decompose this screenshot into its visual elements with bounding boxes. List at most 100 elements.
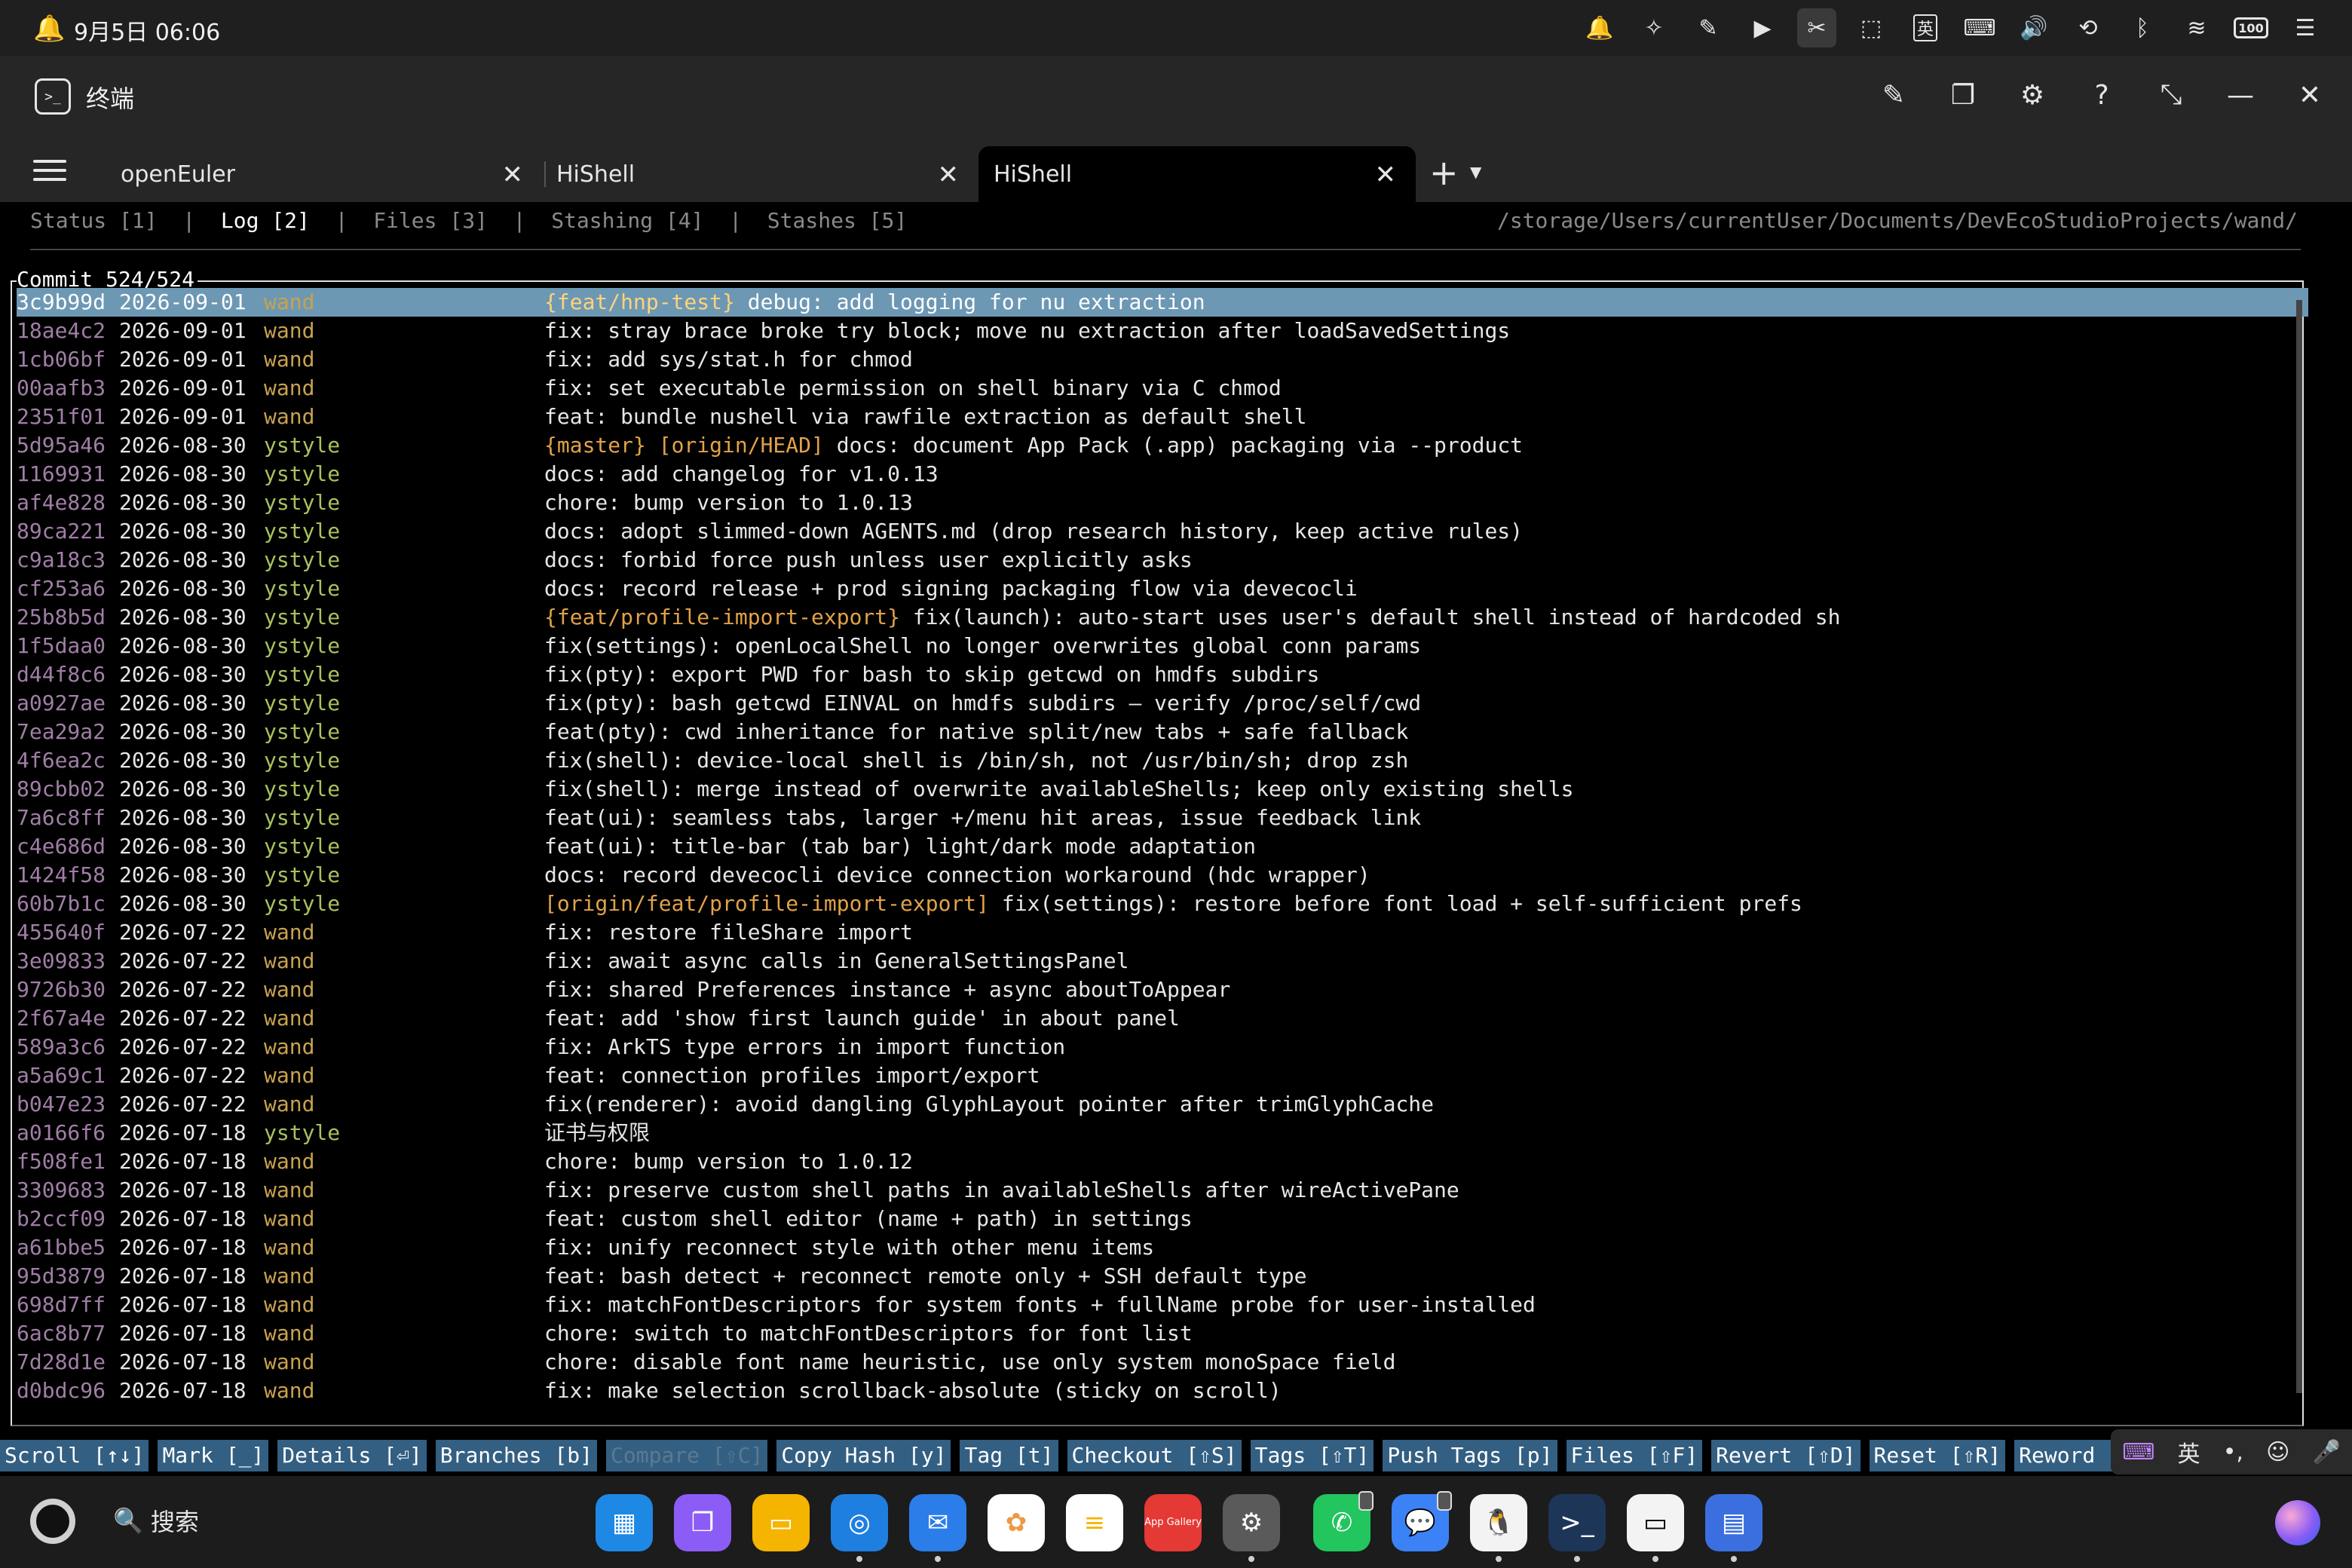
commit-row[interactable]: b047e23 2026-07-22 wand fix(renderer): avoi… [17,1090,2308,1119]
commit-row[interactable]: a0166f6 2026-07-18 ystyle 证书与权限 [17,1119,2308,1147]
commit-row[interactable]: b2ccf09 2026-07-18 wand feat: custom shell … [17,1205,2308,1233]
note-icon[interactable]: ✎ [1689,8,1728,47]
commit-row[interactable]: 2351f01 2026-09-01 wand feat: bundle nushel… [17,403,2308,431]
notes-icon[interactable]: ≡ [1066,1494,1123,1551]
close-tab-icon[interactable]: ✕ [938,160,960,190]
assistant-orb-icon[interactable] [2275,1500,2320,1545]
emoji-icon[interactable]: ☺ [2266,1439,2289,1465]
add-tab-icon[interactable]: + [1429,152,1459,193]
key-hint[interactable]: Revert [⇧D] [1711,1440,1860,1472]
key-hint[interactable]: Tag [t] [960,1440,1058,1472]
commit-row[interactable]: 18ae4c2 2026-09-01 wand fix: stray brace br… [17,317,2308,345]
commit-row[interactable]: 1cb06bf 2026-09-01 wand fix: add sys/stat.h… [17,345,2308,374]
tab-hishell-active[interactable]: HiShell ✕ [978,146,1416,202]
windows-icon[interactable]: ❐ [1943,75,1983,115]
commit-row[interactable]: cf253a6 2026-08-30 ystyle docs: record rele… [17,574,2308,603]
commit-row[interactable]: 4f6ea2c 2026-08-30 ystyle fix(shell): devic… [17,746,2308,775]
key-hint[interactable]: Branches [b] [435,1440,598,1472]
commit-row[interactable]: 89ca221 2026-08-30 ystyle docs: adopt slimm… [17,517,2308,546]
help-icon[interactable]: ? [2082,75,2121,115]
commit-row[interactable]: 7a6c8ff 2026-08-30 ystyle feat(ui): seamles… [17,804,2308,832]
messages-icon[interactable]: 💬 [1392,1491,1452,1551]
commit-row[interactable]: 6ac8b77 2026-07-18 wand chore: switch to ma… [17,1319,2308,1348]
key-hint[interactable]: Details [⏎] [277,1440,427,1472]
ime-switch-icon[interactable]: ⌨ [2122,1439,2154,1465]
console-window-icon[interactable]: ▭ [1627,1494,1684,1562]
commit-row[interactable]: 1f5daa0 2026-08-30 ystyle fix(settings): op… [17,632,2308,660]
tab-openeuler[interactable]: openEuler ✕ [106,146,543,202]
commit-row[interactable]: f508fe1 2026-07-18 wand chore: bump version… [17,1147,2308,1176]
home-circle-icon[interactable] [30,1499,75,1544]
commit-row[interactable]: 89cbb02 2026-08-30 ystyle fix(shell): merge… [17,775,2308,804]
search-button[interactable]: 🔍 搜索 [113,1503,199,1538]
key-hint[interactable]: Compare [⇧C] [606,1440,768,1472]
commit-row[interactable]: 95d3879 2026-07-18 wand feat: bash detect +… [17,1262,2308,1291]
restore-window-icon[interactable]: ⤡ [2151,75,2191,115]
assistant-icon[interactable]: ✧ [1634,8,1674,47]
control-center-icon[interactable]: ☰ [2286,8,2325,47]
commit-row[interactable]: 7ea29a2 2026-08-30 ystyle feat(pty): cwd in… [17,718,2308,746]
key-hint[interactable]: Files [⇧F] [1566,1440,1703,1472]
browser-icon[interactable]: ◎ [831,1494,888,1562]
nav-files[interactable]: Files [3] [373,208,488,233]
ime-language-icon[interactable]: 英 [1906,8,1945,47]
close-window-icon[interactable]: ✕ [2290,75,2329,115]
commit-row[interactable]: 9726b30 2026-07-22 wand fix: shared Prefere… [17,975,2308,1004]
commit-row[interactable]: 698d7ff 2026-07-18 wand fix: matchFontDescr… [17,1291,2308,1319]
close-tab-icon[interactable]: ✕ [502,160,524,190]
wifi-icon[interactable]: ≋ [2177,8,2216,47]
nav-stashes[interactable]: Stashes [5] [767,208,907,233]
tab-hishell-1[interactable]: HiShell ✕ [541,146,978,202]
nav-log[interactable]: Log [2] [221,208,310,233]
commit-row[interactable]: af4e828 2026-08-30 ystyle chore: bump versi… [17,488,2308,517]
multitask-icon[interactable]: ❐ [674,1494,731,1551]
key-hint[interactable]: Scroll [↑↓] [0,1440,149,1472]
scrollbar[interactable] [2296,300,2302,1393]
key-hint[interactable]: Mark [_] [158,1440,269,1472]
qq-penguin-icon[interactable]: 🐧 [1470,1494,1527,1562]
commit-row[interactable]: 3309683 2026-07-18 wand fix: preserve custo… [17,1176,2308,1205]
mail-icon[interactable]: ✉ [909,1494,966,1562]
commit-row[interactable]: a61bbe5 2026-07-18 wand fix: unify reconnec… [17,1233,2308,1262]
chevron-down-icon[interactable]: ▼ [1470,163,1481,181]
app-grid-icon[interactable]: ▦ [596,1494,653,1551]
nfc-icon[interactable]: ⟲ [2069,8,2108,47]
key-hint[interactable]: Copy Hash [y] [776,1440,951,1472]
key-hint[interactable]: Push Tags [p] [1383,1440,1557,1472]
key-hint[interactable]: Reset [⇧R] [1869,1440,2006,1472]
commit-row[interactable]: 2f67a4e 2026-07-22 wand feat: add 'show fir… [17,1004,2308,1033]
terminal-view[interactable]: Status [1] | Log [2] | Files [3] | Stash… [0,202,2352,1476]
commit-row[interactable]: d0bdc96 2026-07-18 wand fix: make selection… [17,1377,2308,1405]
commit-list[interactable]: 3c9b99d 2026-09-01 wand {feat/hnp-test} deb… [17,288,2308,1405]
edit-icon[interactable]: ✎ [1874,75,1913,115]
photos-icon[interactable]: ✿ [988,1494,1045,1551]
commit-row[interactable]: c4e686d 2026-08-30 ystyle feat(ui): title-b… [17,832,2308,861]
commit-row[interactable]: 25b8b5d 2026-08-30 ystyle {feat/profile-imp… [17,603,2308,632]
phone-icon[interactable]: ✆ [1313,1491,1374,1551]
commit-row[interactable]: 1424f58 2026-08-30 ystyle docs: record deve… [17,861,2308,890]
commit-row[interactable]: 60b7b1c 2026-08-30 ystyle [origin/feat/prof… [17,890,2308,918]
keyboard-icon[interactable]: ⌨ [1960,8,1999,47]
document-icon[interactable]: ▤ [1705,1494,1762,1562]
screenshot-icon[interactable]: ✂ [1797,8,1836,47]
terminal-app-dock-icon[interactable]: >_ [1548,1494,1606,1562]
bluetooth-icon[interactable]: ᛒ [2123,8,2162,47]
commit-row[interactable]: 00aafb3 2026-09-01 wand fix: set executable… [17,374,2308,403]
commit-row[interactable]: 589a3c6 2026-07-22 wand fix: ArkTS type err… [17,1033,2308,1061]
commit-row[interactable]: a5a69c1 2026-07-22 wand feat: connection pr… [17,1061,2308,1090]
volume-icon[interactable]: 🔊 [2014,8,2053,47]
commit-row[interactable]: 3e09833 2026-07-22 wand fix: await async ca… [17,947,2308,975]
hamburger-menu-icon[interactable] [33,160,66,182]
commit-row[interactable]: d44f8c6 2026-08-30 ystyle fix(pty): export … [17,660,2308,689]
punctuation-icon[interactable]: •, [2223,1439,2243,1465]
nav-status[interactable]: Status [1] [30,208,158,233]
commit-row[interactable]: 5d95a46 2026-08-30 ystyle {master} [origin/… [17,431,2308,460]
crop-icon[interactable]: ⬚ [1851,8,1891,47]
settings-icon[interactable]: ⚙ [1223,1494,1280,1562]
commit-row[interactable]: 1169931 2026-08-30 ystyle docs: add changel… [17,460,2308,488]
microphone-icon[interactable]: 🎤 [2313,1439,2341,1465]
key-hint[interactable]: Tags [⇧T] [1250,1440,1374,1472]
files-folder-icon[interactable]: ▭ [752,1494,810,1551]
screen-record-icon[interactable]: ▶ [1743,8,1782,47]
key-hint[interactable]: Checkout [⇧S] [1067,1440,1242,1472]
